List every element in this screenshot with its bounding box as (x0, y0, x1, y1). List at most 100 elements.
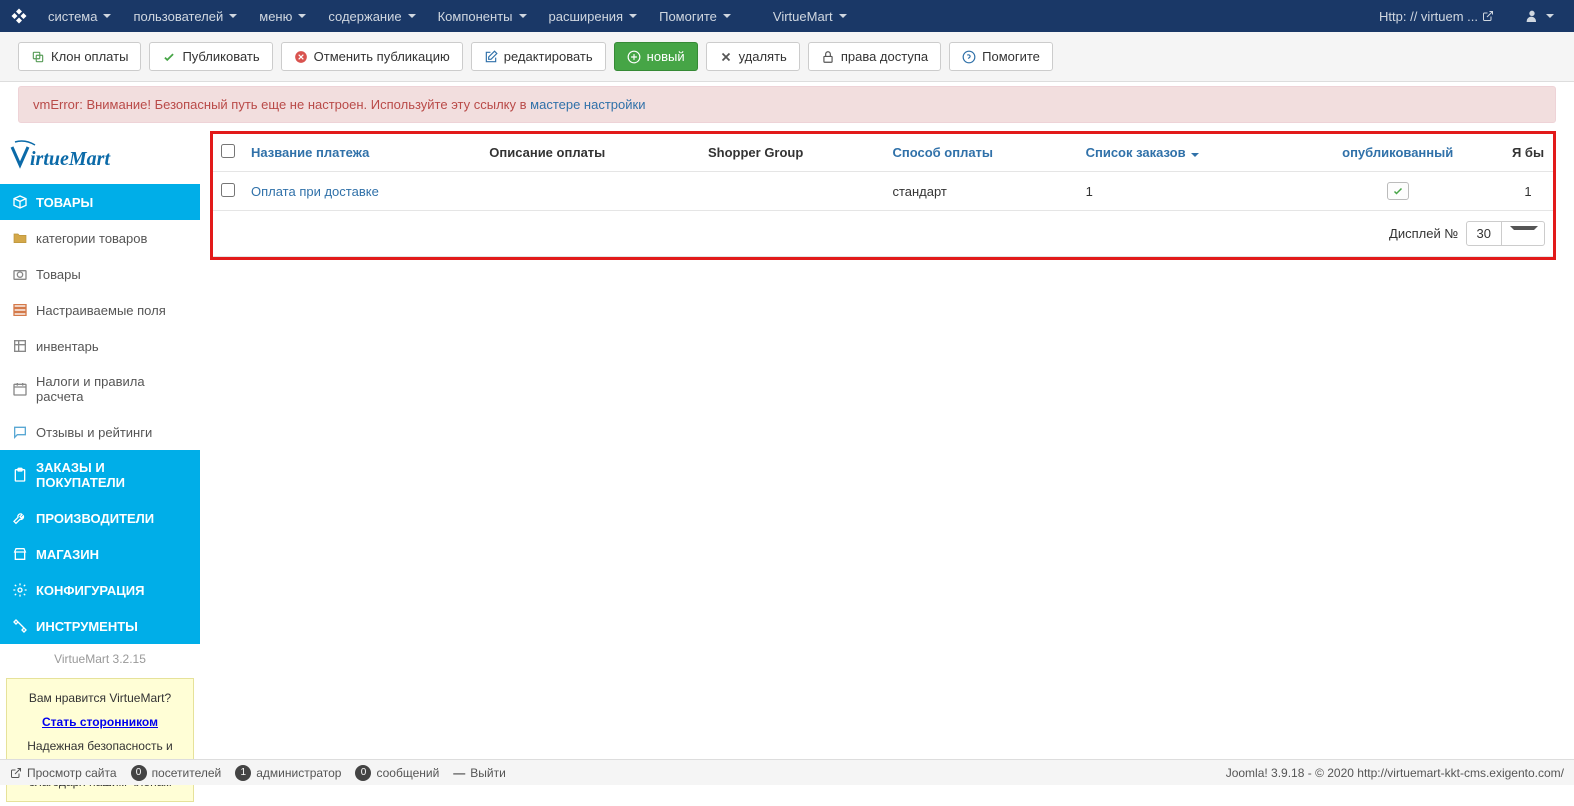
sidebar-manufacturers-header[interactable]: ПРОИЗВОДИТЕЛИ (0, 500, 200, 536)
check-icon (1392, 185, 1404, 197)
td-shopper (700, 172, 884, 211)
sidebar-taxes[interactable]: Налоги и правила расчета (0, 364, 200, 414)
footer-left: Просмотр сайта 0посетителей 1администрат… (10, 765, 506, 781)
caret-down-icon (723, 14, 731, 18)
clipboard-icon (12, 467, 28, 483)
display-dropdown-toggle[interactable] (1501, 222, 1544, 245)
sidebar-config-header[interactable]: КОНФИГУРАЦИЯ (0, 572, 200, 608)
nav-content[interactable]: содержание (318, 3, 425, 30)
cancel-icon (294, 50, 308, 64)
th-shopper-group: Shopper Group (700, 134, 884, 172)
payment-methods-table: Название платежа Описание оплаты Shopper… (213, 134, 1553, 257)
permissions-button[interactable]: права доступа (808, 42, 941, 71)
folder-icon (12, 230, 28, 246)
td-method: стандарт (884, 172, 1077, 211)
td-published (1292, 172, 1503, 211)
content-area: Название платежа Описание оплаты Shopper… (200, 131, 1574, 806)
user-menu[interactable] (1514, 2, 1564, 30)
external-link-icon (1482, 10, 1494, 22)
delete-button[interactable]: удалять (706, 42, 800, 71)
th-payment-method[interactable]: Способ оплаты (884, 134, 1077, 172)
promo-cta-link[interactable]: Стать сторонником (15, 713, 185, 731)
messages-badge: 0 (355, 765, 371, 781)
published-toggle[interactable] (1387, 182, 1409, 200)
sidebar-products[interactable]: Товары (0, 256, 200, 292)
unpublish-button[interactable]: Отменить публикацию (281, 42, 463, 71)
camera-icon (12, 266, 28, 282)
toolbar: Клон оплаты Публиковать Отменить публика… (0, 32, 1574, 82)
clone-button[interactable]: Клон оплаты (18, 42, 141, 71)
th-id: Я бы (1503, 134, 1553, 172)
sidebar-products-header[interactable]: ТОВАРЫ (0, 184, 200, 220)
caret-down-icon (298, 14, 306, 18)
alert-text: vmError: Внимание! Безопасный путь еще н… (33, 97, 530, 112)
th-published[interactable]: опубликованный (1292, 134, 1503, 172)
select-all-checkbox[interactable] (221, 144, 235, 158)
nav-system[interactable]: система (38, 3, 121, 30)
nav-components[interactable]: Компоненты (428, 3, 537, 30)
th-checkbox (213, 134, 243, 172)
alert-link[interactable]: мастере настройки (530, 97, 645, 112)
sidebar-categories[interactable]: категории товаров (0, 220, 200, 256)
admins-count[interactable]: 1администратор (235, 765, 341, 781)
display-limit-select[interactable]: 30 (1466, 221, 1545, 246)
top-navigation: система пользователей меню содержание Ко… (0, 0, 1574, 32)
wrench-icon (12, 510, 28, 526)
topnav-left: система пользователей меню содержание Ко… (10, 3, 857, 30)
payment-name-link[interactable]: Оплата при доставке (251, 184, 379, 199)
sidebar-shop-header[interactable]: МАГАЗИН (0, 536, 200, 572)
publish-button[interactable]: Публиковать (149, 42, 272, 71)
td-id: 1 (1503, 172, 1553, 211)
copy-icon (31, 50, 45, 64)
external-link-icon (10, 767, 22, 779)
virtuemart-logo[interactable]: irtueMart (0, 131, 200, 184)
view-site-link[interactable]: Просмотр сайта (10, 766, 117, 780)
site-link[interactable]: Http: // virtuem ... (1369, 3, 1504, 30)
sidebar-tools-header[interactable]: ИНСТРУМЕНТЫ (0, 608, 200, 644)
messages-count[interactable]: 0сообщений (355, 765, 439, 781)
td-desc (481, 172, 700, 211)
td-display: Дисплей № 30 (213, 211, 1553, 257)
nav-virtuemart[interactable]: VirtueMart (763, 3, 857, 30)
caret-down-icon (229, 14, 237, 18)
sidebar-inventory[interactable]: инвентарь (0, 328, 200, 364)
table-row: Оплата при доставке стандарт 1 1 (213, 172, 1553, 211)
new-button[interactable]: новый (614, 42, 698, 71)
calendar-icon (12, 381, 28, 397)
help-button[interactable]: Помогите (949, 42, 1053, 71)
caret-down-icon (103, 14, 111, 18)
nav-help[interactable]: Помогите (649, 3, 741, 30)
main-layout: irtueMart ТОВАРЫ категории товаров Товар… (0, 131, 1574, 806)
logout-link[interactable]: —Выйти (453, 766, 506, 780)
th-list-order[interactable]: Список заказов (1078, 134, 1293, 172)
sidebar-reviews[interactable]: Отзывы и рейтинги (0, 414, 200, 450)
joomla-icon[interactable] (10, 7, 28, 25)
nav-menus[interactable]: меню (249, 3, 316, 30)
caret-down-icon (839, 14, 847, 18)
topnav-right: Http: // virtuem ... (1369, 2, 1564, 30)
table-footer-row: Дисплей № 30 (213, 211, 1553, 257)
caret-down-icon (1510, 226, 1538, 238)
nav-extensions[interactable]: расширения (539, 3, 648, 30)
question-icon (962, 50, 976, 64)
edit-button[interactable]: редактировать (471, 42, 606, 71)
caret-down-icon (408, 14, 416, 18)
payment-table-highlight: Название платежа Описание оплаты Shopper… (210, 131, 1556, 260)
inventory-icon (12, 338, 28, 354)
th-payment-desc: Описание оплаты (481, 134, 700, 172)
nav-users[interactable]: пользователей (123, 3, 247, 30)
footer-copyright: Joomla! 3.9.18 - © 2020 http://virtuemar… (1226, 766, 1564, 780)
box-icon (12, 194, 28, 210)
admins-badge: 1 (235, 765, 251, 781)
sidebar-custom-fields[interactable]: Настраиваемые поля (0, 292, 200, 328)
row-checkbox[interactable] (221, 183, 235, 197)
sidebar-orders-header[interactable]: ЗАКАЗЫ И ПОКУПАТЕЛИ (0, 450, 200, 500)
visitors-badge: 0 (131, 765, 147, 781)
virtuemart-version: VirtueMart 3.2.15 (0, 644, 200, 674)
gear-icon (12, 582, 28, 598)
th-payment-name[interactable]: Название платежа (243, 134, 481, 172)
table-header-row: Название платежа Описание оплаты Shopper… (213, 134, 1553, 172)
visitors-count[interactable]: 0посетителей (131, 765, 222, 781)
caret-down-icon (629, 14, 637, 18)
td-list-order: 1 (1078, 172, 1293, 211)
